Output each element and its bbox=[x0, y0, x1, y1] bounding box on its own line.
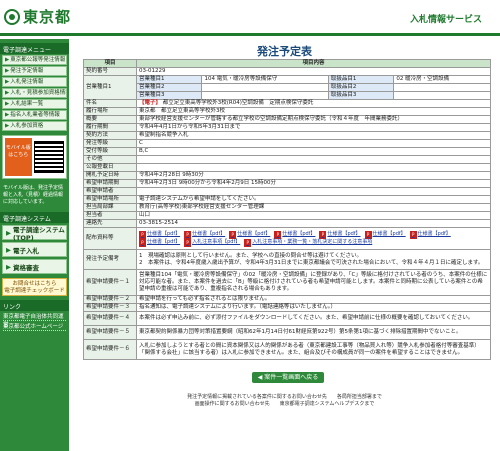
electronic-tag: 【電子】 bbox=[139, 100, 162, 106]
table-row: 公報登載日 bbox=[83, 163, 491, 172]
col-item: 項目 bbox=[83, 59, 137, 68]
document-link[interactable]: P 仕様書【pdf】 bbox=[319, 230, 361, 239]
document-link[interactable]: P 入札注意事項・業務一覧・落札決定に関する注意事項 bbox=[244, 238, 372, 247]
document-link[interactable]: P 仕様書【pdf】 bbox=[409, 230, 451, 239]
table-row: 希望申請要件－３ 指名通知は、電子調達システムにより行います。（電話連絡等はいたし… bbox=[83, 303, 491, 312]
table-row: 希望申請場所 電子調達システムから希望申請をしてください。 bbox=[83, 195, 491, 204]
sidebar-item-public-notice[interactable]: ▶ 東京都公報等発注情報 bbox=[2, 55, 67, 65]
table-row: 履行場所 東京都 都立足立東高等学校外3校 bbox=[83, 107, 491, 116]
document-link[interactable]: P 仕様書【pdf】 bbox=[364, 230, 406, 239]
pdf-icon: P bbox=[244, 238, 252, 247]
arrow-icon: ▶ bbox=[5, 123, 10, 129]
table-row: 発注予定備考 1 現場確認は原則として行いません。また、学校への直接の問合せ等は避… bbox=[83, 249, 491, 270]
order-schedule-table: 項目 項目内容 契約番号 03-01229 営業種目1 営業種目1 104 電気・暖冷房… bbox=[83, 59, 491, 360]
sidebar-item-order-schedule[interactable]: ▶ 発注予定情報 bbox=[2, 66, 67, 76]
sidebar-item-qualification-info[interactable]: ▶ 入札・見積参加資格情報 bbox=[2, 88, 67, 98]
table-row: その他 bbox=[83, 155, 491, 164]
table-row: 連絡先 03-3815-2514 bbox=[83, 219, 491, 228]
table-row: 件名 【電子】 都立足立東高等学校外3校(R04)空調設備 定期点検保守委託 bbox=[83, 99, 491, 108]
logo-text: 東京都 bbox=[23, 8, 72, 26]
table-row: 開札予定日時 令和4年2月28日 9時30分 bbox=[83, 171, 491, 180]
table-row: 受付等級 B,C bbox=[83, 147, 491, 156]
table-row: 契約番号 03-01229 bbox=[83, 67, 491, 76]
arrow-icon: ▶ bbox=[6, 262, 11, 271]
arrow-icon: ▶ bbox=[5, 112, 10, 118]
table-row: 営業種目3 取扱品目3 bbox=[84, 91, 491, 100]
pdf-icon: P bbox=[409, 230, 417, 239]
table-row: 希望申請要件－４ 本案件は必ず申込み前に、必ず添付ファイルをダウンロードしてくださ… bbox=[83, 311, 491, 326]
pdf-icon: P bbox=[139, 230, 146, 239]
sidebar: 電子調達メニュー ▶ 東京都公報等発注情報 ▶ 発注予定情報 ▶ 入札発注情報 ▶ 入札… bbox=[0, 39, 69, 451]
table-row: 履行期間 令和4年4月1日から令和5年3月31日まで bbox=[83, 123, 491, 132]
pdf-icon: P bbox=[364, 230, 372, 239]
e-procurement-top-button[interactable]: ▶ 電子調達システム(TOP) bbox=[2, 225, 67, 242]
arrow-icon: ▶ bbox=[5, 90, 10, 96]
table-row: 希望申請者 bbox=[83, 187, 491, 196]
table-row: 契約方法 希望制指名競争入札 bbox=[83, 131, 491, 140]
main-content: 発注予定表 項目 項目内容 契約番号 03-01229 営業種目1 営業種目1 104 … bbox=[69, 39, 500, 451]
pdf-icon: P bbox=[184, 230, 192, 239]
arrow-icon: ▶ bbox=[5, 101, 10, 107]
sidebar-item-bid-info[interactable]: ▶ 入札発注情報 bbox=[2, 77, 67, 87]
table-row: 営業種目1 営業種目1 104 電気・暖冷房等設備保守 取扱品目1 02 暖冷房・空調設… bbox=[83, 75, 491, 100]
links-heading: リンク bbox=[0, 300, 69, 311]
table-row: 概要 東部学校経営支援センターが管轄する都立学校の空調設備定期点検保守委託（令和４… bbox=[83, 115, 491, 124]
sidebar-item-designated-bidders[interactable]: ▶ 指名入札業者等情報 bbox=[2, 110, 67, 120]
sidebar-item-bid-results[interactable]: ▶ 入札結果一覧 bbox=[2, 99, 67, 109]
table-row: 担当局部課 教育庁(高等学校)東部学校経営支援センター管理課 bbox=[83, 203, 491, 212]
table-row: 希望申請期間 令和4年2月3日 9時00分から令和4年2月9日 15時00分 bbox=[83, 179, 491, 188]
check-label: お問合せはこちら bbox=[12, 281, 57, 287]
qr-code-icon bbox=[33, 141, 64, 173]
sidebar-menu-heading: 電子調達メニュー bbox=[0, 43, 69, 54]
arrow-icon: ▶ bbox=[5, 57, 10, 63]
document-link[interactable]: P 仕様書【pdf】 bbox=[139, 230, 180, 239]
document-link[interactable]: P 仕様書【pdf】 bbox=[229, 230, 270, 239]
e-bidding-button[interactable]: ▶ 電子入札 bbox=[2, 242, 67, 257]
pdf-icon: P bbox=[274, 230, 282, 239]
mobile-badge: モバイル版はこちら bbox=[5, 138, 32, 176]
arrow-icon: ▶ bbox=[6, 228, 11, 237]
arrow-icon: ▶ bbox=[6, 245, 11, 254]
tokyo-emblem-icon bbox=[4, 8, 20, 25]
document-link[interactable]: P 仕様書【pdf】 bbox=[184, 230, 225, 239]
table-row: 希望申請要件－６ 入札に参加しようとする者との間に資本関係又は人的関係がある者（東… bbox=[83, 339, 491, 360]
table-row: 発注等級 C bbox=[83, 139, 491, 148]
table-row: 配布資料等 P 仕様書【pdf】 P 仕様書【pdf】 P 仕様書【pdf】 P 仕様書【pdf… bbox=[83, 227, 491, 250]
table-row: 営業種目2 取扱品目2 bbox=[84, 83, 491, 92]
document-link[interactable]: P 入札注意事項【pdf】 bbox=[184, 238, 240, 247]
mobile-link[interactable]: モバイル版はこちら bbox=[2, 135, 67, 179]
table-row: 希望申請要件－１ 営業種目104「電気・暖冷房等設備保守」の02「暖冷房・空調設備… bbox=[83, 269, 491, 296]
footer: 発注予定情報に掲載されている各案件に関するお問い合わせ先 各局所担当部署まで 画… bbox=[187, 394, 382, 407]
table-row: 希望申請要件－５ 東京都契約関係暴力団等対策措置要綱（昭和62年1月14日付61財… bbox=[83, 325, 491, 340]
documents-cell: P 仕様書【pdf】 P 仕様書【pdf】 P 仕様書【pdf】 P 仕様書【pdf】 P 仕様書… bbox=[136, 227, 491, 250]
pdf-icon: P bbox=[319, 230, 327, 239]
tokyo-logo[interactable]: 東京都 bbox=[4, 6, 71, 27]
pdf-icon: P bbox=[229, 230, 237, 239]
check-sub: 電子調達チェックボード bbox=[4, 288, 65, 294]
pdf-icon: P bbox=[139, 238, 146, 247]
check-board-button[interactable]: お問合せはこちら 電子調達チェックボード bbox=[2, 278, 67, 296]
document-link[interactable]: P 仕様書【pdf】 bbox=[139, 238, 180, 247]
service-name: 入札情報サービス bbox=[409, 15, 482, 25]
pdf-icon: P bbox=[184, 238, 192, 247]
qualification-review-button[interactable]: ▶ 資格審査 bbox=[2, 259, 67, 274]
arrow-icon: ▶ bbox=[5, 68, 10, 74]
document-link[interactable]: P 仕様書【pdf】 bbox=[274, 230, 315, 239]
back-to-list-button[interactable]: ◀ 案件一覧画面へ戻る bbox=[252, 372, 324, 383]
arrow-icon: ▶ bbox=[5, 79, 10, 85]
page-title: 発注予定表 bbox=[257, 45, 312, 58]
table-row: 希望申請要件－２ 希望申請を行っても必ず指名されるとは限りません。 bbox=[83, 295, 491, 304]
header-bar: 東京都 入札情報サービス bbox=[0, 0, 500, 36]
col-content: 項目内容 bbox=[136, 59, 491, 68]
link-tokyo-official[interactable]: 東京都公式ホームページ bbox=[3, 322, 66, 331]
sidebar-item-participation[interactable]: ▶ 入札参加資格 bbox=[2, 121, 67, 131]
link-e-government[interactable]: 東京都電子自治体共同運営 bbox=[3, 312, 66, 328]
table-row: 担当者 山口 bbox=[83, 211, 491, 220]
system-heading: 電子調達システム bbox=[0, 212, 69, 223]
mobile-note: モバイル版は、発注予定情報と入札（見積）経過情報に対応しています。 bbox=[3, 185, 64, 205]
